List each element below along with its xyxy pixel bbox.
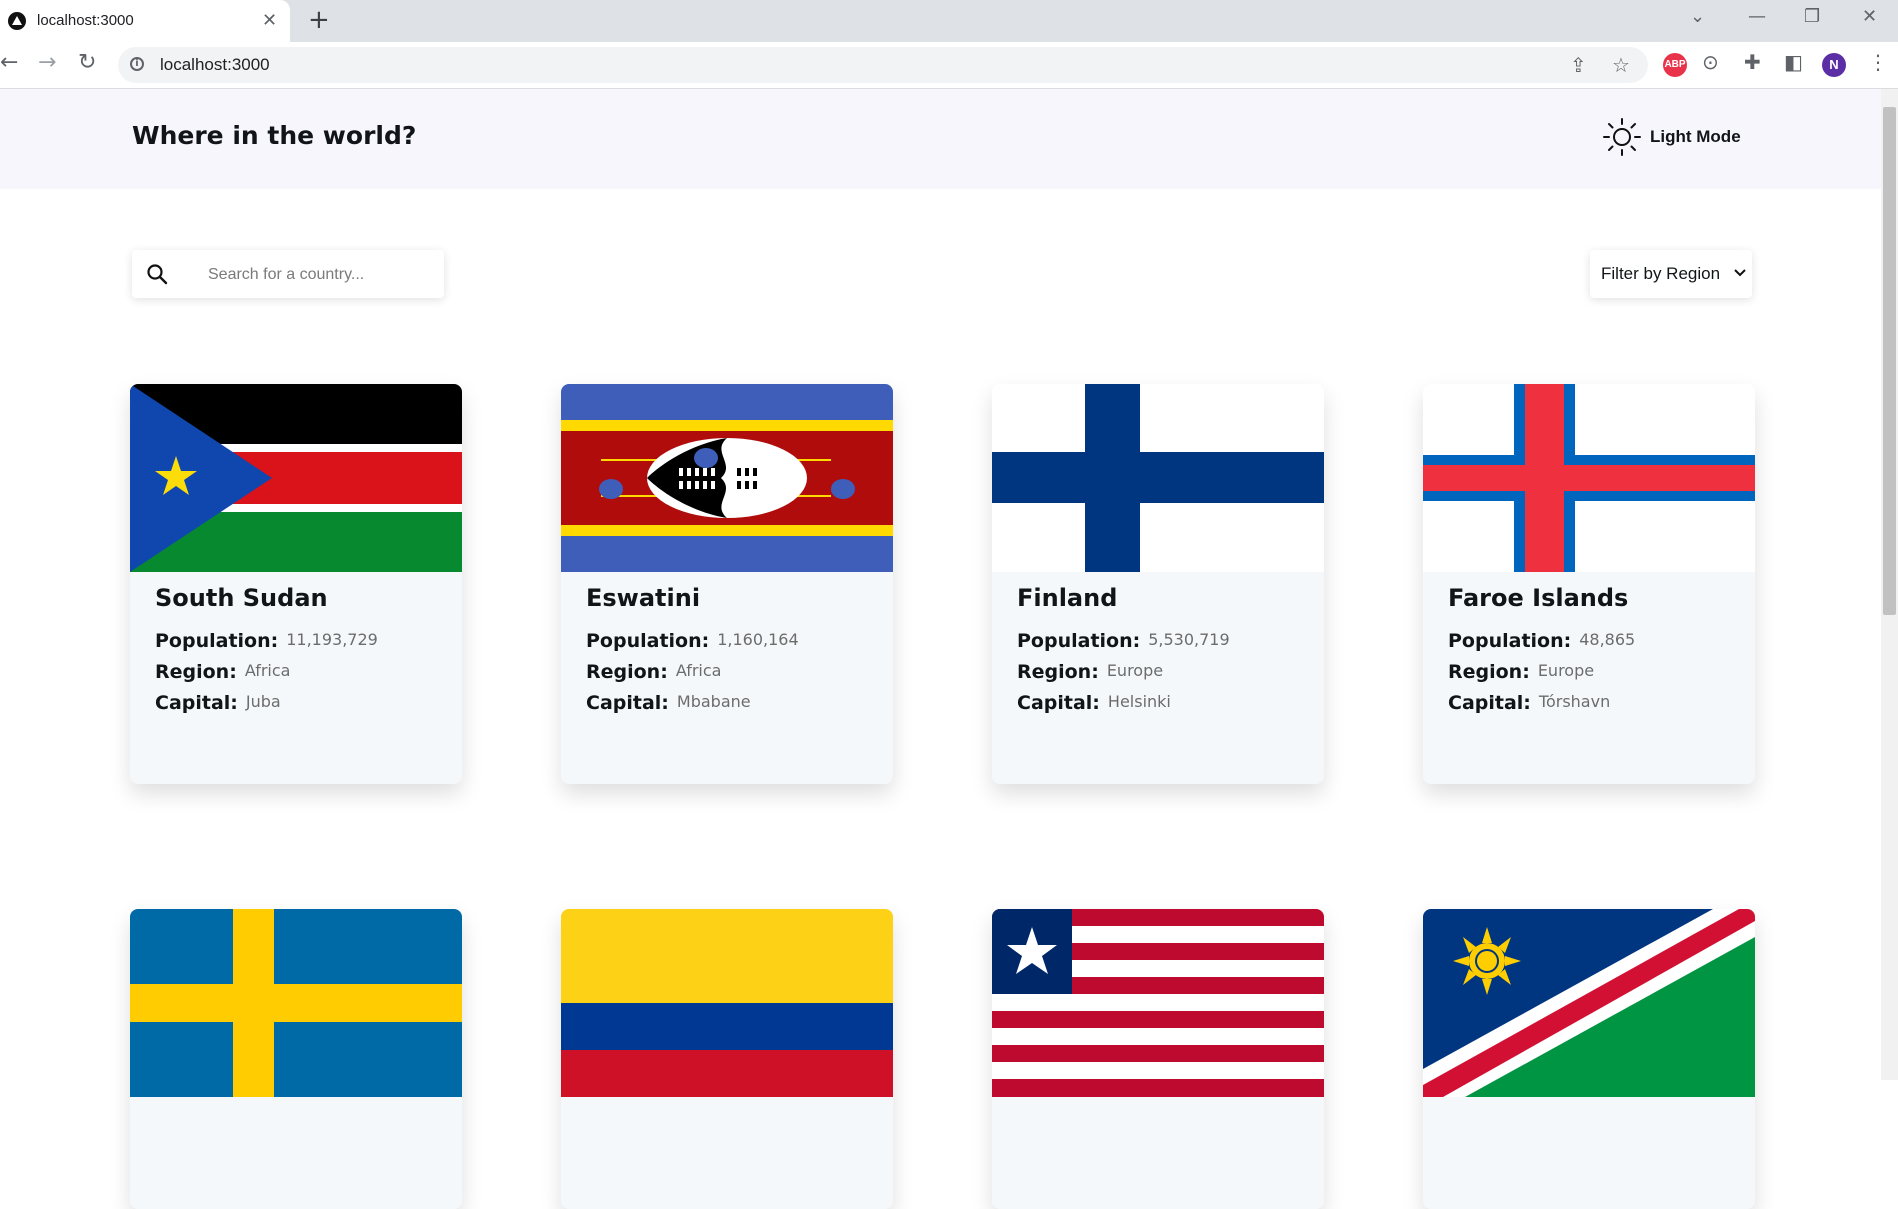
country-card[interactable]	[992, 909, 1324, 1209]
region-value: Africa	[244, 661, 291, 680]
capital-label: Capital:	[1017, 692, 1100, 714]
card-details: Eswatini Population: 1,160,164 Region: Afr…	[586, 584, 799, 723]
address-url[interactable]: localhost:3000	[160, 55, 270, 75]
country-card[interactable]: South Sudan Population: 11,193,729 Region…	[130, 384, 462, 784]
profile-avatar[interactable]: N	[1822, 53, 1846, 77]
region-value: Africa	[675, 661, 722, 680]
share-icon[interactable]: ⇪	[1570, 53, 1587, 77]
page-title: Where in the world?	[132, 121, 417, 150]
country-card[interactable]: Faroe Islands Population: 48,865 Region: E…	[1423, 384, 1755, 784]
bookmark-star-icon[interactable]: ☆	[1612, 53, 1630, 77]
faroe-islands-flag	[1423, 384, 1755, 572]
country-card[interactable]: Finland Population: 5,530,719 Region: Euro…	[992, 384, 1324, 784]
theme-toggle-button[interactable]: Light Mode	[1602, 117, 1741, 157]
liberia-flag	[992, 909, 1324, 1097]
finland-flag	[992, 384, 1324, 572]
reload-icon[interactable]: ↻	[78, 50, 96, 75]
browser-toolbar: ← → ↻ i localhost:3000 ⇪ ☆ ABP ⊙ ✚ ◧ N ⋮	[0, 42, 1898, 89]
eswatini-flag	[561, 384, 893, 572]
page-scrollbar[interactable]	[1881, 89, 1898, 1080]
country-card[interactable]: Eswatini Population: 1,160,164 Region: Afr…	[561, 384, 893, 784]
sun-icon	[1603, 118, 1641, 156]
side-panel-icon[interactable]: ◧	[1784, 50, 1803, 74]
region-label: Region:	[1017, 661, 1099, 683]
south-sudan-flag	[130, 384, 462, 572]
extension-circle-icon[interactable]: ⊙	[1702, 50, 1719, 74]
country-name: Eswatini	[586, 584, 701, 612]
population-label: Population:	[586, 630, 710, 652]
capital-label: Capital:	[1448, 692, 1531, 714]
search-icon	[147, 264, 168, 285]
new-tab-icon[interactable]: +	[308, 5, 330, 35]
tab-search-icon[interactable]: ⌄	[1690, 6, 1705, 27]
capital-value: Tórshavn	[1538, 692, 1611, 711]
region-label: Region:	[155, 661, 237, 683]
address-bar[interactable]: i localhost:3000 ⇪ ☆	[118, 47, 1648, 83]
close-window-icon[interactable]: ✕	[1862, 6, 1877, 27]
app-header: Where in the world? Light Mode	[0, 89, 1881, 189]
forward-icon[interactable]: →	[38, 50, 56, 75]
region-value: Europe	[1537, 661, 1595, 680]
tab-title: localhost:3000	[37, 12, 134, 29]
namibia-flag	[1423, 909, 1755, 1097]
population-label: Population:	[155, 630, 279, 652]
capital-value: Mbabane	[676, 692, 751, 711]
browser-tab-strip: localhost:3000 ✕ + ⌄ — ❐ ✕	[0, 0, 1898, 42]
capital-value: Juba	[245, 692, 281, 711]
capital-label: Capital:	[586, 692, 669, 714]
card-details: Finland Population: 5,530,719 Region: Euro…	[1017, 584, 1230, 723]
extensions-puzzle-icon[interactable]: ✚	[1744, 50, 1761, 74]
region-filter-label: Filter by Region	[1601, 264, 1721, 283]
site-info-icon[interactable]: i	[130, 57, 144, 71]
region-label: Region:	[586, 661, 668, 683]
country-name: Faroe Islands	[1448, 584, 1629, 612]
theme-toggle-label: Light Mode	[1650, 127, 1741, 146]
sweden-flag	[130, 909, 462, 1097]
population-value: 5,530,719	[1148, 630, 1230, 649]
country-name: Finland	[1017, 584, 1118, 612]
population-value: 1,160,164	[717, 630, 799, 649]
country-name: South Sudan	[155, 584, 328, 612]
chevron-down-icon	[1734, 269, 1746, 277]
restore-icon[interactable]: ❐	[1804, 6, 1820, 27]
colombia-flag	[561, 909, 893, 1097]
search-input[interactable]	[206, 250, 438, 300]
search-bar	[132, 250, 444, 300]
close-tab-icon[interactable]: ✕	[262, 10, 277, 31]
capital-label: Capital:	[155, 692, 238, 714]
country-card[interactable]	[561, 909, 893, 1209]
card-details: South Sudan Population: 11,193,729 Region…	[155, 584, 378, 723]
minimize-icon[interactable]: —	[1748, 6, 1766, 27]
population-value: 48,865	[1579, 630, 1636, 649]
browser-tab[interactable]: localhost:3000 ✕	[0, 0, 290, 42]
country-card[interactable]	[1423, 909, 1755, 1209]
population-label: Population:	[1448, 630, 1572, 652]
favicon-icon	[8, 12, 26, 30]
capital-value: Helsinki	[1107, 692, 1171, 711]
region-filter-dropdown[interactable]: Filter by Region	[1590, 250, 1752, 298]
population-label: Population:	[1017, 630, 1141, 652]
country-card[interactable]	[130, 909, 462, 1209]
population-value: 11,193,729	[286, 630, 378, 649]
browser-menu-icon[interactable]: ⋮	[1868, 50, 1888, 74]
back-icon[interactable]: ←	[0, 50, 18, 75]
adblock-extension-icon[interactable]: ABP	[1663, 53, 1687, 77]
region-value: Europe	[1106, 661, 1164, 680]
scrollbar-thumb[interactable]	[1883, 107, 1896, 615]
region-label: Region:	[1448, 661, 1530, 683]
card-details: Faroe Islands Population: 48,865 Region: E…	[1448, 584, 1635, 723]
